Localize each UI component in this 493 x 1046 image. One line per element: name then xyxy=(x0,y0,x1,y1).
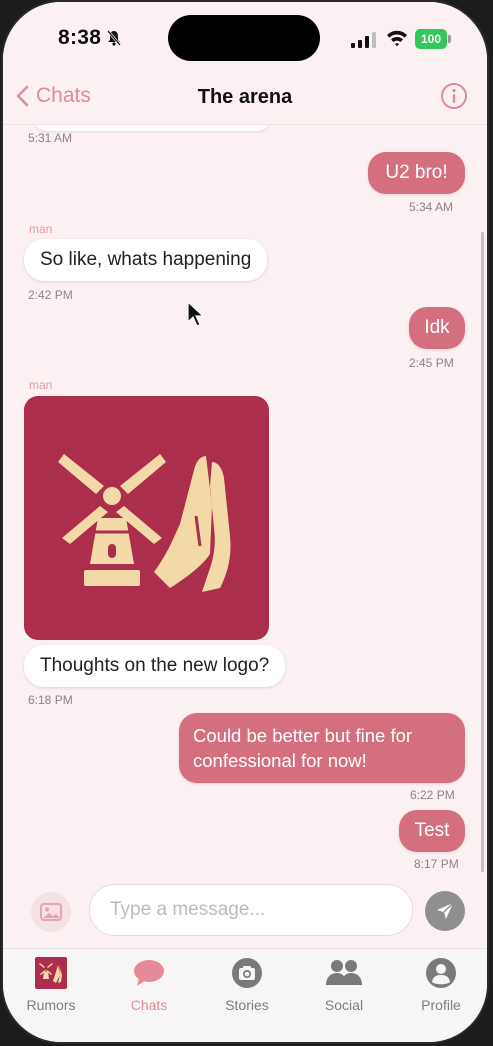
tab-rumors[interactable]: Rumors xyxy=(11,957,91,1017)
message-list-scrollbar[interactable] xyxy=(481,232,484,872)
cellular-signal-icon xyxy=(351,32,376,48)
message-timestamp: 8:17 PM xyxy=(414,857,459,871)
tab-label: Social xyxy=(324,997,364,1013)
send-button[interactable] xyxy=(425,891,465,931)
message-timestamp: 5:31 AM xyxy=(28,131,73,145)
sender-name: man xyxy=(29,222,53,236)
navigation-bar: Chats The arena xyxy=(3,76,487,125)
outgoing-message[interactable]: U2 bro! xyxy=(368,152,465,194)
dynamic-island xyxy=(168,15,320,61)
wifi-icon xyxy=(387,30,407,47)
windmill-praying-hands-logo-icon xyxy=(58,454,231,592)
mouse-cursor-icon xyxy=(187,300,204,327)
phone-screen: 8:38 100 Chats The arena 5:31 AM U2 bro!… xyxy=(3,2,487,1042)
message-timestamp: 5:34 AM xyxy=(409,200,454,214)
rumors-logo-icon xyxy=(35,957,67,989)
message-composer xyxy=(3,880,487,948)
status-bar: 8:38 100 xyxy=(3,2,487,76)
message-input[interactable] xyxy=(89,884,413,936)
battery-indicator: 100 xyxy=(415,29,447,49)
camera-icon xyxy=(231,957,263,989)
info-icon[interactable] xyxy=(440,82,468,110)
tab-social[interactable]: Social xyxy=(304,957,384,1017)
bell-muted-icon xyxy=(107,30,121,46)
status-time: 8:38 xyxy=(58,26,102,49)
send-arrow-icon xyxy=(437,902,454,919)
message-timestamp: 2:42 PM xyxy=(28,288,73,302)
tab-label: Rumors xyxy=(26,997,76,1013)
chat-title: The arena xyxy=(197,86,293,108)
chat-bubble-icon xyxy=(133,957,165,989)
attach-image-button[interactable] xyxy=(31,892,71,932)
message-timestamp: 2:45 PM xyxy=(409,356,454,370)
tab-label: Profile xyxy=(421,997,461,1013)
tab-label: Chats xyxy=(130,997,168,1013)
image-icon xyxy=(40,903,62,921)
tab-stories[interactable]: Stories xyxy=(207,957,287,1017)
tab-bar: Rumors Chats Stories Social Profile xyxy=(3,948,487,1042)
message-timestamp: 6:22 PM xyxy=(410,788,455,802)
shared-logo-image[interactable] xyxy=(24,396,269,640)
person-icon xyxy=(425,957,457,989)
people-icon xyxy=(326,957,362,989)
tab-chats[interactable]: Chats xyxy=(109,957,189,1017)
message-list[interactable]: 5:31 AM U2 bro! 5:34 AM man So like, wha… xyxy=(3,125,487,880)
sender-name: man xyxy=(29,378,53,392)
outgoing-message[interactable]: Test xyxy=(399,810,465,852)
battery-tip xyxy=(448,35,451,43)
outgoing-message[interactable]: Idk xyxy=(409,307,465,349)
message-timestamp: 6:18 PM xyxy=(28,693,73,707)
outgoing-message[interactable]: Could be better but fine for confessiona… xyxy=(179,713,465,783)
incoming-message[interactable]: So like, whats happening xyxy=(24,239,268,281)
tab-profile[interactable]: Profile xyxy=(401,957,481,1017)
tab-label: Stories xyxy=(225,997,269,1013)
incoming-message[interactable]: Thoughts on the new logo? xyxy=(24,645,286,687)
